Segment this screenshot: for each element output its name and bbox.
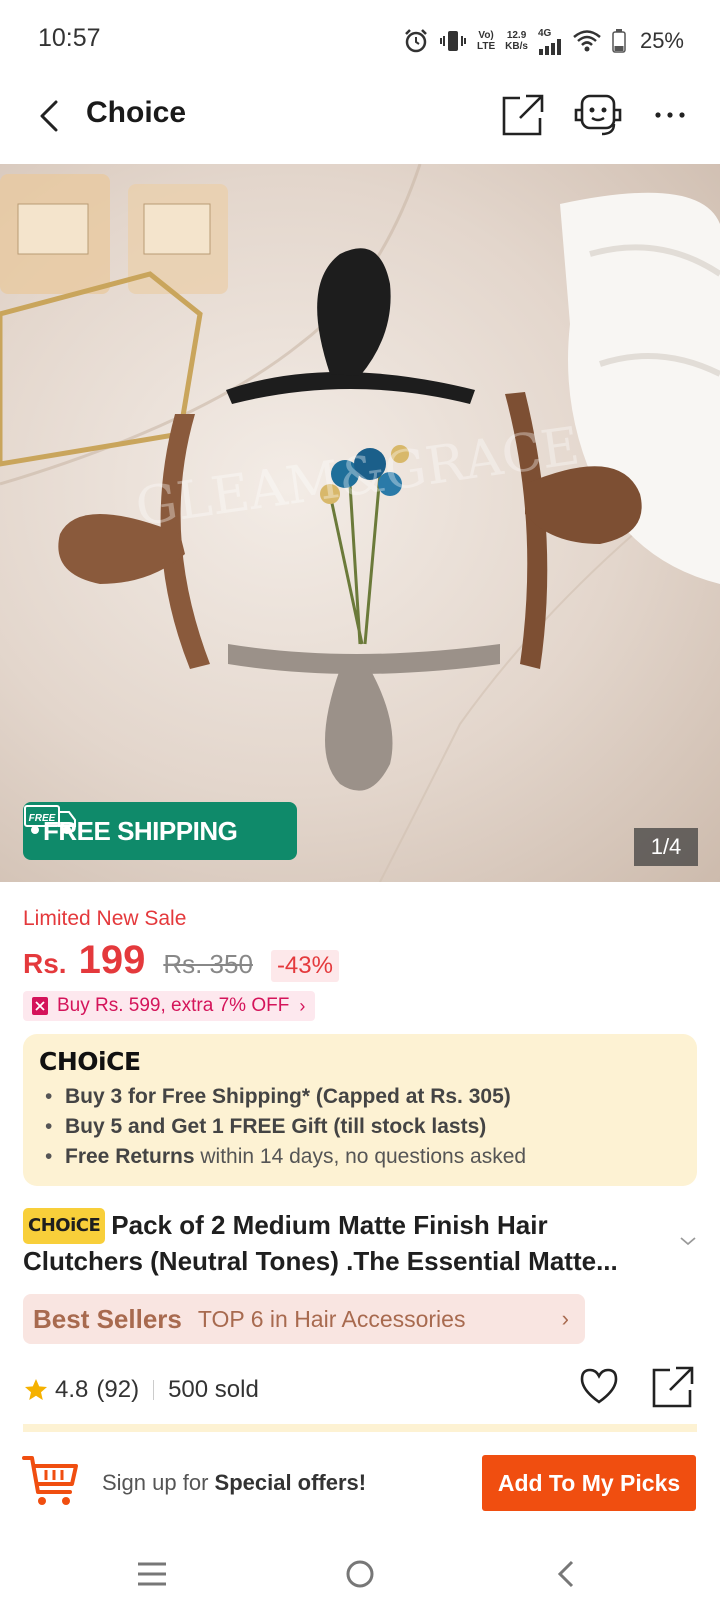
svg-text:GLEAM&GRACE: GLEAM&GRACE: [132, 416, 583, 538]
network-speed: 12.9 KB/s: [505, 30, 528, 52]
system-nav-bar: [0, 1544, 720, 1608]
best-sellers-banner[interactable]: Best Sellers TOP 6 in Hair Accessories ›: [23, 1294, 585, 1344]
svg-text:FREE: FREE: [29, 813, 56, 824]
top-nav: Choice: [0, 80, 720, 164]
page-title: Choice: [86, 96, 187, 129]
choice-logo: CHOiCE: [39, 1047, 141, 1076]
chevron-right-icon: ›: [299, 995, 306, 1016]
status-time: 10:57: [38, 24, 101, 52]
promo-coupon-chip[interactable]: Buy Rs. 599, extra 7% OFF ›: [23, 991, 316, 1021]
status-icons: Vo) LTE 12.9 KB/s 4G 25%: [403, 26, 684, 56]
choice-tag: CHOiCE: [23, 1208, 106, 1244]
choice-benefits-box[interactable]: CHOiCE • Buy 3 for Free Shipping* (Capped…: [23, 1034, 697, 1186]
back-arrow-icon[interactable]: [30, 96, 70, 136]
battery-icon: [612, 29, 626, 53]
choice-benefits-list: • Buy 3 for Free Shipping* (Capped at Rs.…: [45, 1082, 526, 1172]
product-title[interactable]: CHOiCE Pack of 2 Medium Matte Finish Hair…: [23, 1208, 673, 1278]
best-sellers-rank: TOP 6 in Hair Accessories: [197, 1305, 466, 1332]
price-row: Rs. 199 Rs. 350 -43%: [23, 938, 339, 983]
status-bar: 10:57 Vo) LTE 12.9 KB/s 4G 25%: [0, 0, 720, 80]
free-shipping-badge: FREE FREE SHIPPING: [23, 802, 297, 860]
wishlist-heart-icon[interactable]: [578, 1366, 620, 1406]
discount-badge: -43%: [270, 950, 339, 982]
star-icon: [25, 1379, 47, 1400]
home-icon[interactable]: [340, 1554, 380, 1594]
system-back-icon[interactable]: [548, 1554, 588, 1594]
bottom-action-bar: Sign up for Special offers! Add To My Pi…: [0, 1434, 720, 1544]
volte-indicator: Vo) LTE: [477, 30, 496, 52]
price-currency: Rs.: [23, 948, 67, 979]
image-counter: 1/4: [634, 828, 698, 866]
product-photo: GLEAM&GRACE: [0, 164, 720, 882]
rating-row[interactable]: 4.8 (92) 500 sold: [23, 1372, 259, 1408]
share-icon[interactable]: [500, 92, 546, 138]
chevron-down-icon[interactable]: [678, 1234, 698, 1248]
review-count: (92): [96, 1376, 140, 1403]
delivery-truck-icon: FREE: [24, 805, 76, 834]
cart-icon[interactable]: [22, 1452, 80, 1508]
wifi-icon: [573, 30, 601, 52]
vibrate-icon: [440, 31, 466, 51]
original-price: Rs. 350: [163, 949, 253, 979]
add-to-my-picks-button[interactable]: Add To My Picks: [482, 1455, 696, 1511]
best-sellers-title: Best Sellers: [33, 1303, 182, 1334]
section-divider: [23, 1424, 697, 1432]
promo-text: Buy Rs. 599, extra 7% OFF: [57, 995, 290, 1016]
coupon-icon: [32, 997, 48, 1015]
product-image-carousel[interactable]: GLEAM&GRACE FREE FREE SHIPPING 1/4: [0, 164, 720, 882]
sold-count: 500 sold: [168, 1376, 259, 1403]
divider: [153, 1380, 155, 1400]
signup-prompt[interactable]: Sign up for Special offers!: [102, 1470, 366, 1496]
list-item: • Buy 3 for Free Shipping* (Capped at Rs.…: [45, 1085, 511, 1108]
current-price: 199: [78, 938, 146, 982]
sale-label: Limited New Sale: [23, 907, 187, 930]
more-options-icon[interactable]: [650, 100, 690, 130]
chevron-right-icon: ›: [561, 1306, 569, 1331]
list-item: • Free Returns within 14 days, no questio…: [45, 1145, 527, 1168]
rating-score: 4.8: [55, 1376, 89, 1403]
battery-percent: 25%: [639, 28, 684, 53]
customer-service-bot-icon[interactable]: [570, 90, 626, 140]
alarm-icon: [405, 29, 427, 53]
list-item: • Buy 5 and Get 1 FREE Gift (till stock l…: [45, 1115, 487, 1138]
share-icon[interactable]: [650, 1364, 696, 1410]
product-title-text: Pack of 2 Medium Matte Finish Hair Clutc…: [23, 1210, 618, 1276]
signal-icon: 4G: [538, 28, 562, 55]
recent-apps-icon[interactable]: [132, 1554, 172, 1594]
